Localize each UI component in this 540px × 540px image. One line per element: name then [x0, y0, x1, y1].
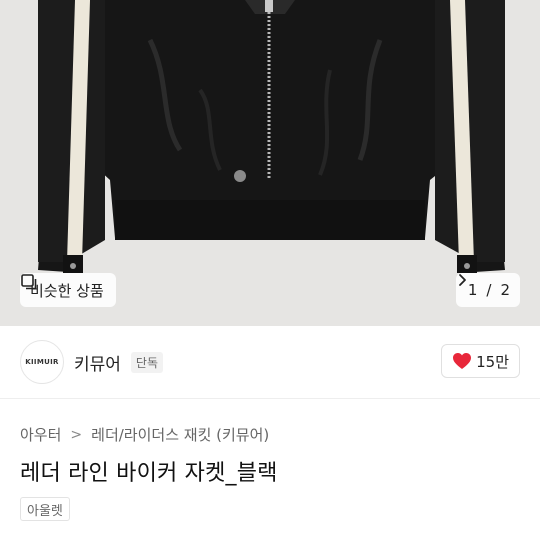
pager-current: 1 [467, 281, 478, 299]
brand-name[interactable]: 키뮤어 [74, 350, 121, 375]
brand-row: KIIMUIR 키뮤어 단독 15만 [0, 326, 540, 398]
breadcrumb-separator: > [70, 426, 83, 443]
outlet-tag-label: 아울렛 [27, 503, 63, 519]
similar-products-button[interactable]: 비슷한 상품 [20, 273, 116, 307]
pager-separator: / [486, 281, 492, 299]
exclusive-badge: 단독 [130, 351, 164, 373]
image-pager[interactable]: 1 / 2 [455, 273, 520, 307]
like-button[interactable]: 15만 [441, 344, 520, 378]
breadcrumb-item-outer[interactable]: 아우터 [20, 424, 61, 445]
product-title: 레더 라인 바이커 자켓_블랙 [20, 461, 278, 486]
similar-products-label: 비슷한 상품 [30, 281, 104, 300]
breadcrumb: 아우터 > 레더/라이더스 재킷 (키뮤어) [20, 424, 269, 445]
similar-items-icon [21, 274, 37, 290]
product-image[interactable]: 비슷한 상품 1 / 2 [0, 0, 540, 326]
breadcrumb-item-leather-jacket[interactable]: 레더/라이더스 재킷 (키뮤어) [91, 424, 269, 445]
pager-total: 2 [500, 281, 510, 299]
brand-logo-text: KIIMUIR [25, 358, 59, 366]
outlet-tag: 아울렛 [20, 497, 70, 521]
section-divider [0, 398, 540, 399]
like-count: 15만 [476, 352, 509, 371]
heart-icon [453, 353, 472, 369]
brand-logo[interactable]: KIIMUIR [20, 340, 64, 384]
chevron-right-icon[interactable] [456, 273, 468, 287]
